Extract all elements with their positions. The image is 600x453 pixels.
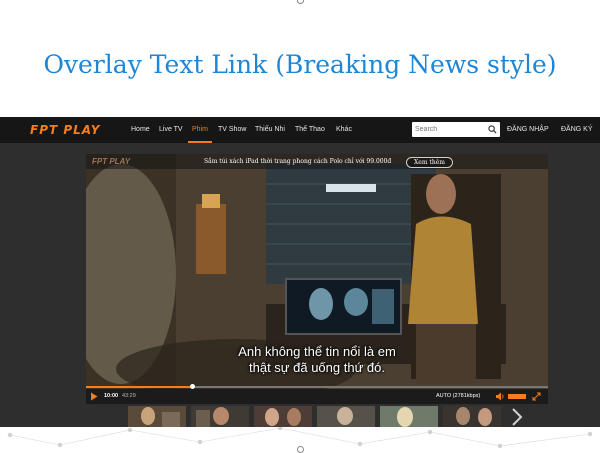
thumbnail-6[interactable] bbox=[443, 406, 501, 427]
progress-fill bbox=[86, 386, 193, 388]
nav-phim[interactable]: Phim bbox=[192, 126, 208, 133]
total-time: 43:29 bbox=[122, 393, 136, 399]
register-link[interactable]: ĐĂNG KÝ bbox=[561, 126, 593, 133]
search-box[interactable] bbox=[412, 122, 500, 137]
subtitle-line-2: thật sự đã uống thứ đó. bbox=[249, 360, 385, 375]
chevron-right-icon[interactable] bbox=[510, 407, 524, 427]
breaking-news-overlay[interactable]: FPT PLAY Sắm túi xách iPad thời trang ph… bbox=[86, 154, 548, 169]
nav-thieu-nhi[interactable]: Thiếu Nhi bbox=[255, 126, 285, 133]
nav-tv-show[interactable]: TV Show bbox=[218, 126, 246, 133]
thumbnail-2[interactable] bbox=[191, 406, 249, 427]
nav-home[interactable]: Home bbox=[131, 126, 150, 133]
nav-khac[interactable]: Khác bbox=[336, 126, 352, 133]
thumbnail-image bbox=[443, 406, 501, 427]
fullscreen-icon[interactable] bbox=[532, 392, 541, 401]
thumbnail-1[interactable] bbox=[128, 406, 186, 427]
video-player[interactable]: FPT PLAY Sắm túi xách iPad thời trang ph… bbox=[86, 154, 548, 404]
overlay-logo: FPT PLAY bbox=[92, 157, 131, 166]
active-nav-indicator bbox=[188, 141, 212, 143]
player-controls: 10:00 43:29 AUTO (2781kbps) bbox=[86, 389, 548, 404]
slide-title: Overlay Text Link (Breaking News style) bbox=[43, 50, 557, 79]
nav-live-tv[interactable]: Live TV bbox=[159, 126, 183, 133]
slide-handle-top[interactable] bbox=[297, 0, 304, 4]
volume-icon[interactable] bbox=[496, 392, 505, 401]
thumbnail-image bbox=[128, 406, 186, 427]
thumbnail-image bbox=[191, 406, 249, 427]
thumbnail-5[interactable] bbox=[380, 406, 438, 427]
fpt-play-screenshot: FPT PLAY Home Live TV Phim TV Show Thiếu… bbox=[0, 117, 600, 427]
thumbnail-image bbox=[317, 406, 375, 427]
nav-the-thao[interactable]: Thể Thao bbox=[295, 126, 325, 133]
search-icon[interactable] bbox=[488, 125, 497, 134]
top-navigation-bar: FPT PLAY Home Live TV Phim TV Show Thiếu… bbox=[0, 117, 600, 143]
thumbnail-4[interactable] bbox=[317, 406, 375, 427]
current-time: 10:00 bbox=[104, 393, 119, 399]
thumbnail-image bbox=[254, 406, 312, 427]
thumbnail-3[interactable] bbox=[254, 406, 312, 427]
login-link[interactable]: ĐĂNG NHẬP bbox=[507, 126, 549, 133]
see-more-button[interactable]: Xem thêm bbox=[406, 157, 453, 168]
thumbnail-image bbox=[380, 406, 438, 427]
fpt-play-logo[interactable]: FPT PLAY bbox=[30, 123, 100, 137]
news-ticker-text[interactable]: Sắm túi xách iPad thời trang phong cách … bbox=[204, 158, 391, 165]
progress-bar[interactable] bbox=[86, 386, 548, 388]
search-input[interactable] bbox=[415, 123, 481, 135]
subtitle-line-1: Anh không thể tin nổi là em bbox=[238, 344, 396, 359]
quality-selector[interactable]: AUTO (2781kbps) bbox=[436, 393, 480, 399]
play-icon[interactable] bbox=[90, 392, 98, 401]
volume-slider[interactable] bbox=[508, 394, 526, 399]
